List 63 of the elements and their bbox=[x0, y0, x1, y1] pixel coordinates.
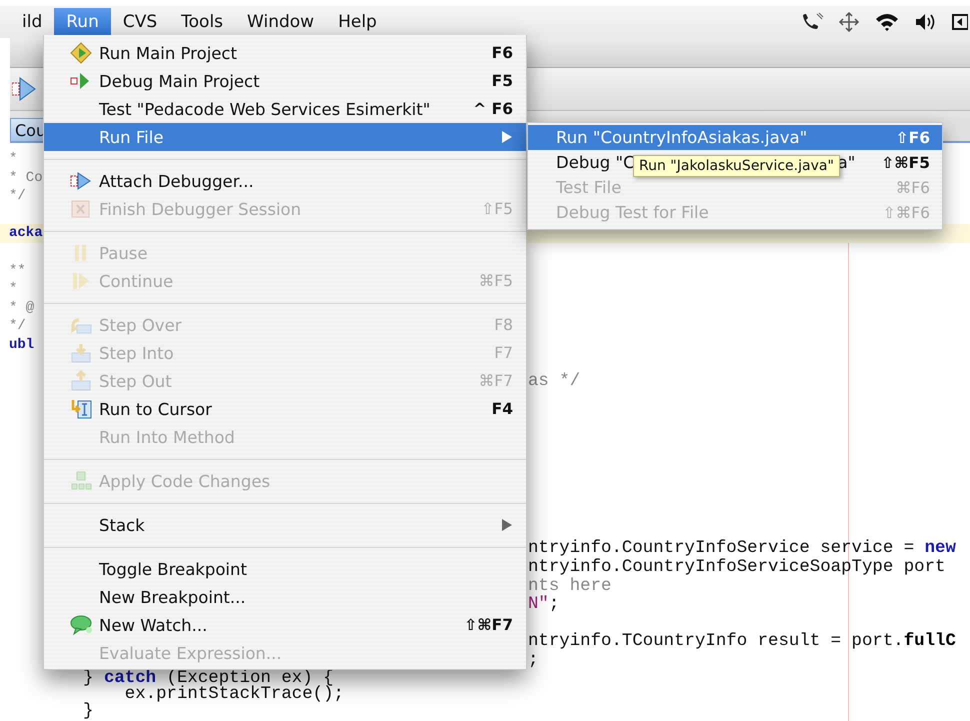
run-to-cursor-icon bbox=[70, 398, 92, 420]
phone-icon[interactable] bbox=[800, 12, 824, 32]
keyboard-shortcut: ⌘F5 bbox=[478, 272, 513, 290]
code-line: ex.printStackTrace(); bbox=[124, 687, 344, 704]
code-line: } bbox=[82, 704, 94, 720]
code-line: */ bbox=[8, 317, 26, 336]
keyboard-shortcut: ⇧F6 bbox=[896, 128, 930, 146]
submenu-arrow-icon bbox=[501, 130, 513, 144]
menubar-item[interactable]: ild bbox=[10, 8, 54, 36]
diamond-play-icon bbox=[70, 42, 92, 64]
keyboard-shortcut: ⌘F7 bbox=[478, 372, 513, 390]
menubar-item[interactable]: Window bbox=[235, 8, 326, 36]
code-line: */ bbox=[8, 187, 26, 206]
code-line: * bbox=[8, 150, 18, 169]
keyboard-shortcut: ⌘F6 bbox=[896, 178, 930, 196]
speech-bubble-icon bbox=[70, 614, 94, 636]
code-line: * bbox=[8, 280, 18, 299]
code-line: ** bbox=[8, 262, 26, 280]
menubar-item[interactable]: CVS bbox=[110, 8, 170, 36]
code-line: ntryinfo.CountryInfoServiceSoapType port bbox=[528, 559, 946, 578]
code-line: ntryinfo.TCountryInfo result = port.fullC bbox=[528, 633, 956, 652]
code-line: nts here bbox=[528, 578, 612, 596]
code-line: acka bbox=[8, 224, 43, 243]
stop-box-icon bbox=[70, 198, 92, 220]
code-line: ubl bbox=[8, 336, 34, 355]
keyboard-shortcut: F7 bbox=[494, 344, 513, 362]
menu-item[interactable]: New Breakpoint... bbox=[44, 583, 526, 611]
keyboard-shortcut: ⇧F5 bbox=[481, 200, 513, 218]
keyboard-shortcut: ⇧⌘F5 bbox=[881, 154, 930, 172]
code-line: ntryinfo.CountryInfoService service = new bbox=[528, 540, 956, 558]
code-line: N"; bbox=[528, 596, 560, 615]
menubar-item[interactable]: Run bbox=[54, 8, 111, 36]
keyboard-shortcut: F8 bbox=[494, 316, 513, 334]
move-arrows-icon[interactable] bbox=[838, 12, 860, 32]
menu-item[interactable]: Stack bbox=[44, 511, 526, 539]
display-icon[interactable] bbox=[952, 12, 968, 32]
menubar-item[interactable]: Help bbox=[326, 8, 389, 36]
code-line: as */ bbox=[528, 373, 580, 392]
keyboard-shortcut: F4 bbox=[492, 400, 513, 418]
menubar-item[interactable]: Tools bbox=[169, 8, 236, 36]
menu-item[interactable]: Run to Cursor F4 bbox=[44, 395, 526, 423]
code-line: * Co bbox=[8, 168, 43, 188]
menu-item[interactable]: Run File bbox=[44, 123, 526, 151]
keyboard-shortcut: F6 bbox=[492, 44, 513, 62]
step-out-icon bbox=[70, 370, 92, 392]
submenu-arrow-icon bbox=[501, 518, 513, 532]
keyboard-shortcut: ^ F6 bbox=[473, 100, 513, 118]
menu-item[interactable]: New Watch... ⇧⌘F7 bbox=[44, 611, 526, 639]
menu-item[interactable]: Attach Debugger... bbox=[44, 167, 526, 195]
blocks-icon bbox=[70, 470, 92, 492]
debug-arrow-icon[interactable] bbox=[12, 75, 36, 103]
code-line: ; bbox=[528, 652, 538, 671]
menu-item[interactable]: Run "CountryInfoAsiakas.java" ⇧F6 bbox=[528, 125, 942, 150]
keyboard-shortcut: ⇧⌘F6 bbox=[882, 204, 930, 222]
keyboard-shortcut: ⇧⌘F7 bbox=[464, 616, 513, 634]
step-into-icon bbox=[70, 342, 92, 364]
code-line: * @ bbox=[8, 298, 34, 318]
tooltip: Run "JakolaskuService.java" bbox=[633, 155, 840, 177]
wifi-icon[interactable] bbox=[874, 12, 900, 32]
menu-item[interactable]: Debug Main Project F5 bbox=[44, 67, 526, 95]
keyboard-shortcut: F5 bbox=[492, 72, 513, 90]
attach-arrow-icon bbox=[70, 170, 92, 192]
menu-item[interactable]: Toggle Breakpoint bbox=[44, 555, 526, 583]
